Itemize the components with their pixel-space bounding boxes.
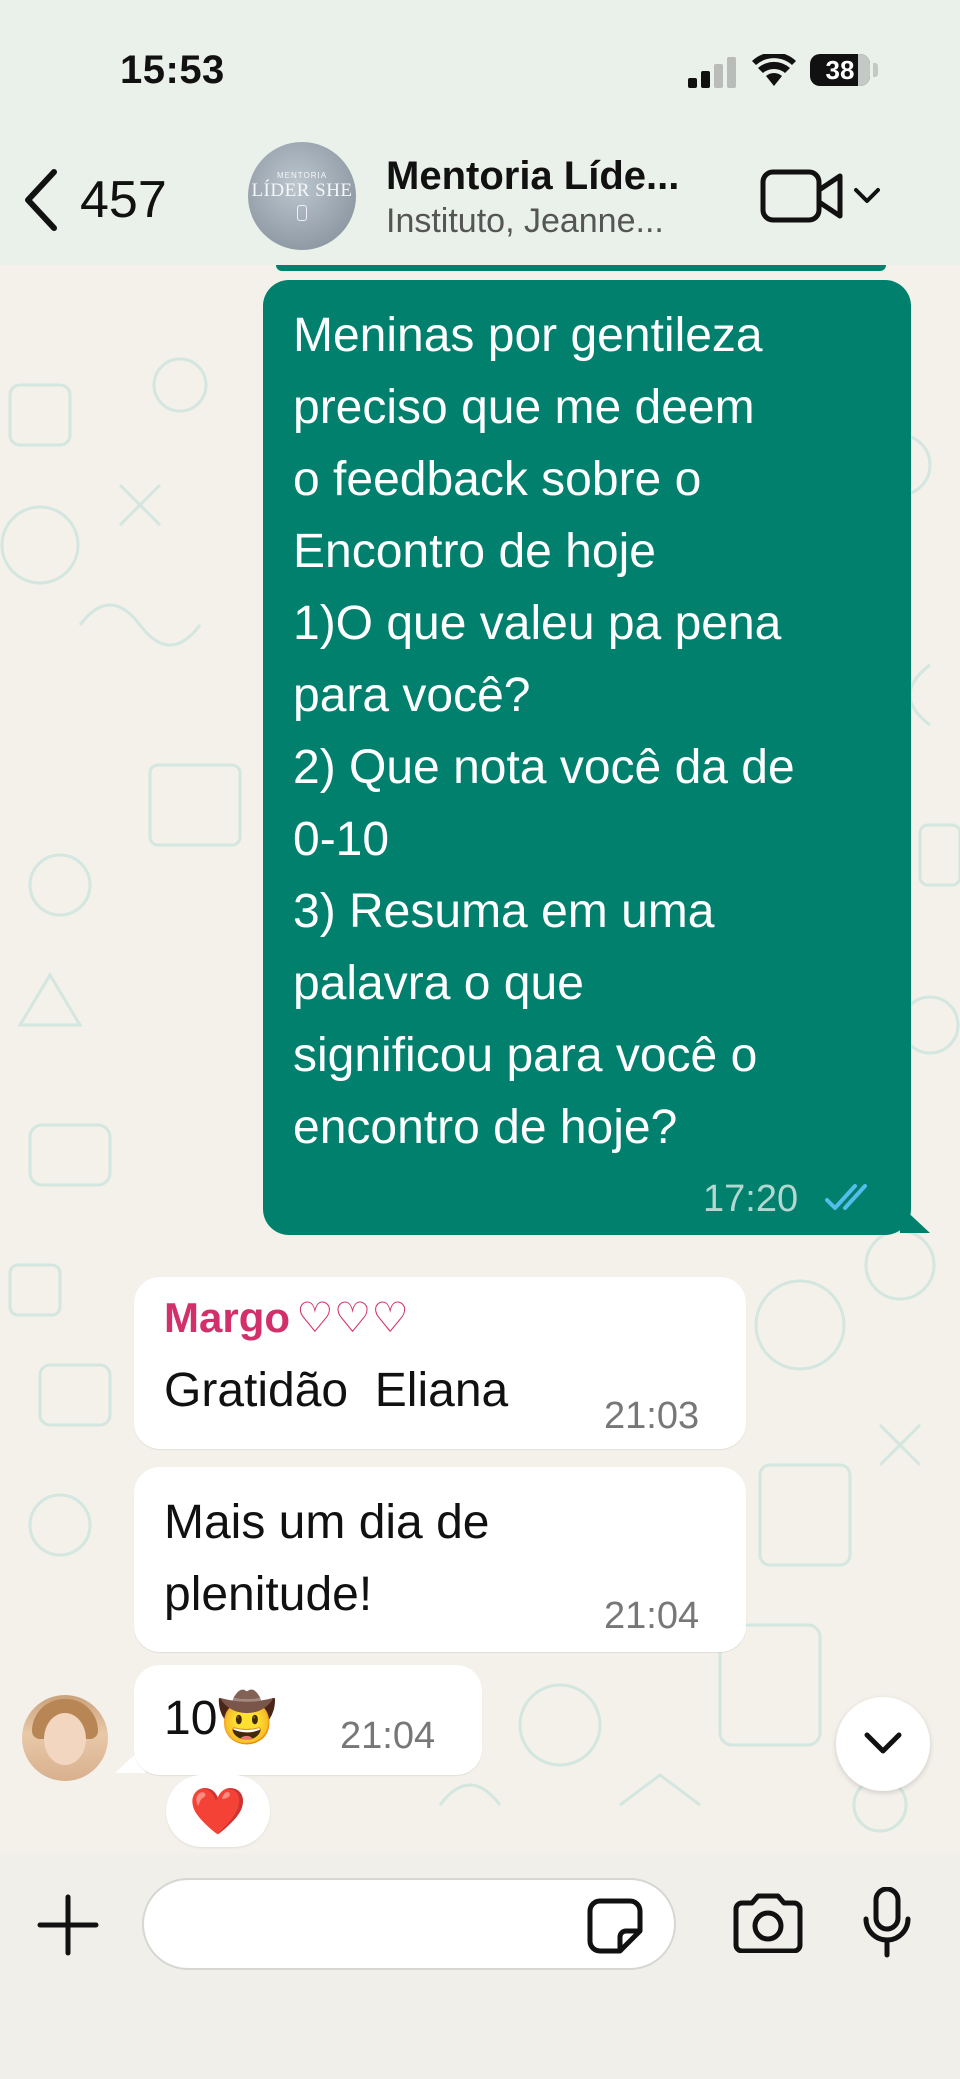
message-text: 10🤠 — [164, 1692, 278, 1745]
back-button[interactable]: 457 — [20, 160, 167, 240]
sender-avatar[interactable] — [22, 1695, 108, 1781]
battery-tip — [873, 63, 878, 77]
heart-reaction-icon: ❤️ — [189, 1784, 247, 1837]
incoming-message[interactable]: 10🤠 21:04 — [134, 1665, 482, 1775]
scroll-to-bottom-button[interactable] — [836, 1697, 930, 1791]
incoming-message[interactable]: Margo ♡♡♡ Gratidão Eliana 21:03 — [134, 1277, 746, 1449]
incoming-message[interactable]: Mais um dia de plenitude! 21:04 — [134, 1467, 746, 1652]
sticker-icon[interactable] — [586, 1897, 644, 1955]
status-bar: 15:53 38 — [0, 0, 960, 140]
microphone-icon[interactable] — [862, 1887, 912, 1959]
input-bar — [0, 1853, 960, 2079]
plus-icon[interactable] — [36, 1893, 100, 1957]
message-reaction[interactable]: ❤️ — [166, 1775, 270, 1847]
unread-count: 457 — [80, 171, 167, 229]
message-time: 21:04 — [340, 1715, 436, 1757]
avatar-big-text: LÍDER SHE — [251, 180, 353, 201]
outgoing-bubble-tail — [900, 1205, 930, 1233]
sender-name[interactable]: Margo ♡♡♡ — [164, 1293, 409, 1342]
status-time: 15:53 — [120, 48, 225, 92]
battery-level: 38 — [825, 55, 855, 85]
battery-icon: 38 — [810, 54, 870, 86]
message-text: Gratidão Eliana — [164, 1364, 509, 1417]
chevron-down-icon — [864, 1732, 902, 1754]
read-ticks-icon — [825, 1184, 867, 1210]
message-time: 21:03 — [604, 1395, 700, 1437]
outgoing-message-text: Meninas por gentileza preciso que me dee… — [293, 309, 795, 1154]
previous-bubble-edge — [276, 265, 886, 271]
chat-header: 457 MENTORIA LÍDER SHE Mentoria Líde... … — [0, 140, 960, 266]
sender-hearts: ♡♡♡ — [296, 1294, 409, 1341]
camera-icon[interactable] — [732, 1893, 804, 1953]
chat-title[interactable]: Mentoria Líde... — [386, 154, 679, 199]
message-time: 17:20 — [703, 1178, 799, 1220]
signal-strength-icon — [688, 56, 738, 88]
chat-area[interactable]: Meninas por gentileza preciso que me dee… — [0, 265, 960, 1853]
wifi-icon — [752, 54, 796, 86]
chevron-left-icon — [25, 169, 57, 231]
chevron-down-icon — [854, 188, 880, 203]
group-avatar[interactable]: MENTORIA LÍDER SHE — [248, 142, 356, 250]
outgoing-message[interactable]: Meninas por gentileza preciso que me dee… — [263, 280, 911, 1235]
sender-name-text: Margo — [164, 1294, 290, 1341]
message-time: 21:04 — [604, 1595, 700, 1637]
avatar-small-text: MENTORIA — [276, 171, 328, 180]
message-text: Mais um dia de plenitude! — [164, 1496, 490, 1621]
chat-subtitle[interactable]: Instituto, Jeanne... — [386, 202, 664, 241]
video-call-button[interactable] — [760, 168, 882, 224]
avatar-mark — [297, 205, 307, 221]
video-camera-icon — [760, 169, 843, 223]
